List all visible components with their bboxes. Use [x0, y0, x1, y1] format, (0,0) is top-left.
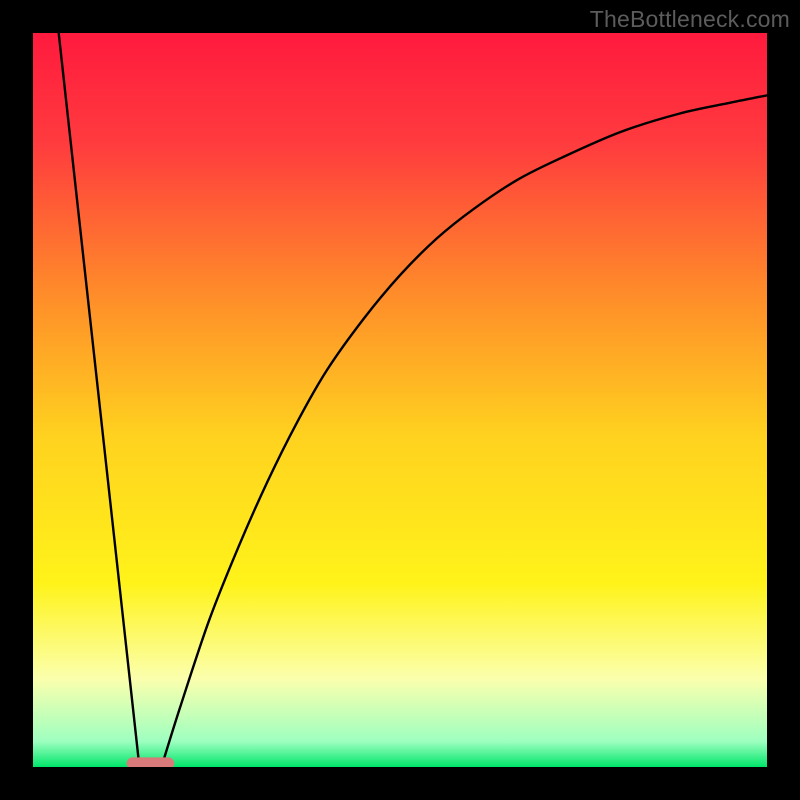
chart-frame: TheBottleneck.com: [0, 0, 800, 800]
bottom-pill-marker: [127, 757, 175, 767]
gradient-background: [33, 33, 767, 767]
watermark-text: TheBottleneck.com: [590, 6, 790, 33]
chart-svg: [33, 33, 767, 767]
plot-area: [33, 33, 767, 767]
